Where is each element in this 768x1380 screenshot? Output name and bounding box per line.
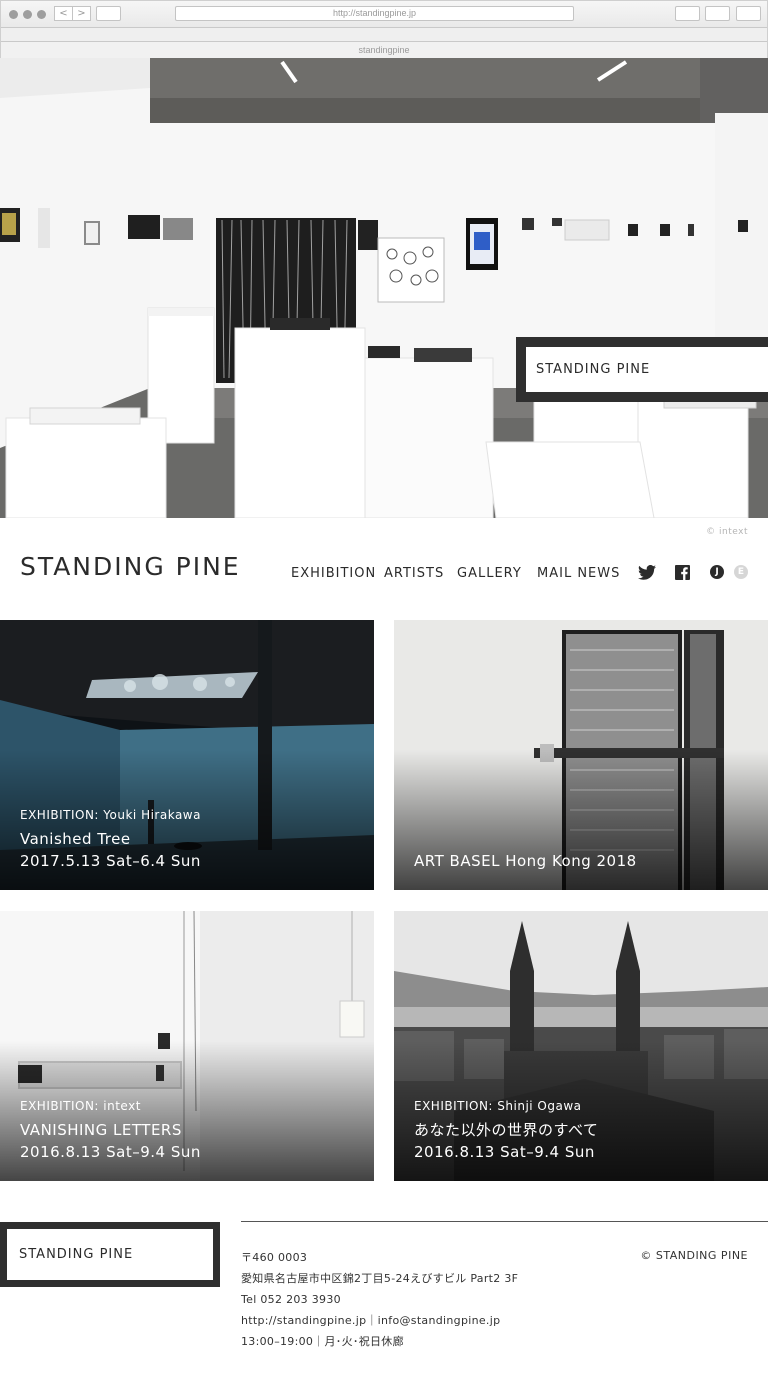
facebook-icon[interactable] (675, 565, 690, 584)
window-minimize-dot[interactable] (23, 10, 32, 19)
tile-category: EXHIBITION: Youki Hirakawa (20, 808, 201, 822)
language-english-button[interactable]: E (734, 565, 748, 579)
nav-artists[interactable]: ARTISTS (384, 566, 444, 581)
forward-button[interactable]: > (72, 6, 91, 21)
tile-date: 2017.5.13 Sat–6.4 Sun (20, 852, 201, 870)
nav-gallery[interactable]: GALLERY (457, 566, 522, 581)
tabs-overview-button[interactable] (705, 6, 730, 21)
bookmarks-bar (1, 28, 767, 42)
twitter-icon[interactable] (638, 565, 656, 584)
footer-phone: Tel 052 203 3930 (241, 1293, 341, 1306)
sidebar-toggle-button[interactable] (96, 6, 121, 21)
language-japanese-button[interactable]: J (710, 565, 724, 579)
tile-caption: EXHIBITION: Youki Hirakawa Vanished Tree… (20, 808, 201, 872)
tile-category: EXHIBITION: intext (20, 1099, 141, 1113)
footer-opening-hours: 13:00–19:00｜月･火･祝日休廊 (241, 1335, 404, 1348)
browser-window-chrome: < > http://standingpine.jp standingpine (0, 0, 768, 58)
footer-street-address: 愛知県名古屋市中区錦2丁目5-24えびすビル Part2 3F (241, 1272, 519, 1285)
tile-title: あなた以外の世界のすべて (414, 1121, 599, 1139)
footer-logo-text: STANDING PINE (7, 1229, 213, 1280)
gallery-interior-illustration (0, 58, 768, 518)
footer-web-email[interactable]: http://standingpine.jp｜info@standingpine… (241, 1310, 518, 1331)
hero-title-badge: STANDING PINE (516, 337, 768, 402)
new-tab-button[interactable] (736, 6, 761, 21)
exhibition-card-vanishing-letters[interactable]: EXHIBITION: intext VANISHING LETTERS 201… (0, 911, 374, 1181)
address-bar[interactable]: http://standingpine.jp (175, 6, 574, 21)
browser-toolbar: < > http://standingpine.jp (1, 1, 767, 28)
footer-copyright: © STANDING PINE (640, 1249, 748, 1262)
exhibition-card-vanished-tree[interactable]: EXHIBITION: Youki Hirakawa Vanished Tree… (0, 620, 374, 890)
tile-title: ART BASEL Hong Kong 2018 (414, 852, 637, 870)
photo-credit: © intext (706, 527, 748, 537)
window-close-dot[interactable] (9, 10, 18, 19)
footer-divider (241, 1221, 768, 1222)
back-button[interactable]: < (54, 6, 73, 21)
window-zoom-dot[interactable] (37, 10, 46, 19)
share-button[interactable] (675, 6, 700, 21)
hero-title-text: STANDING PINE (526, 347, 768, 392)
footer-logo[interactable]: STANDING PINE (0, 1222, 220, 1287)
tile-category: EXHIBITION: Shinji Ogawa (414, 1099, 582, 1113)
nav-exhibition[interactable]: EXHIBITION (291, 566, 376, 581)
tile-caption: ART BASEL Hong Kong 2018 (414, 850, 637, 872)
tile-caption: EXHIBITION: intext VANISHING LETTERS 201… (20, 1099, 201, 1163)
footer-postal-code: 〒460 0003 (241, 1251, 308, 1264)
tile-title: Vanished Tree (20, 830, 131, 848)
page-tab[interactable]: standingpine (1, 42, 767, 58)
tile-caption: EXHIBITION: Shinji Ogawa あなた以外の世界のすべて 20… (414, 1099, 598, 1163)
hero-image: STANDING PINE (0, 58, 768, 518)
tile-date: 2016.8.13 Sat–9.4 Sun (20, 1143, 201, 1161)
footer-address: 〒460 0003 愛知県名古屋市中区錦2丁目5-24えびすビル Part2 3… (241, 1247, 518, 1352)
tile-title: VANISHING LETTERS (20, 1121, 182, 1139)
nav-mail-news[interactable]: MAIL NEWS (537, 566, 620, 581)
news-card-art-basel[interactable]: ART BASEL Hong Kong 2018 (394, 620, 768, 890)
tile-date: 2016.8.13 Sat–9.4 Sun (414, 1143, 595, 1161)
site-logo[interactable]: STANDING PINE (20, 552, 241, 581)
exhibition-card-shinji-ogawa[interactable]: EXHIBITION: Shinji Ogawa あなた以外の世界のすべて 20… (394, 911, 768, 1181)
